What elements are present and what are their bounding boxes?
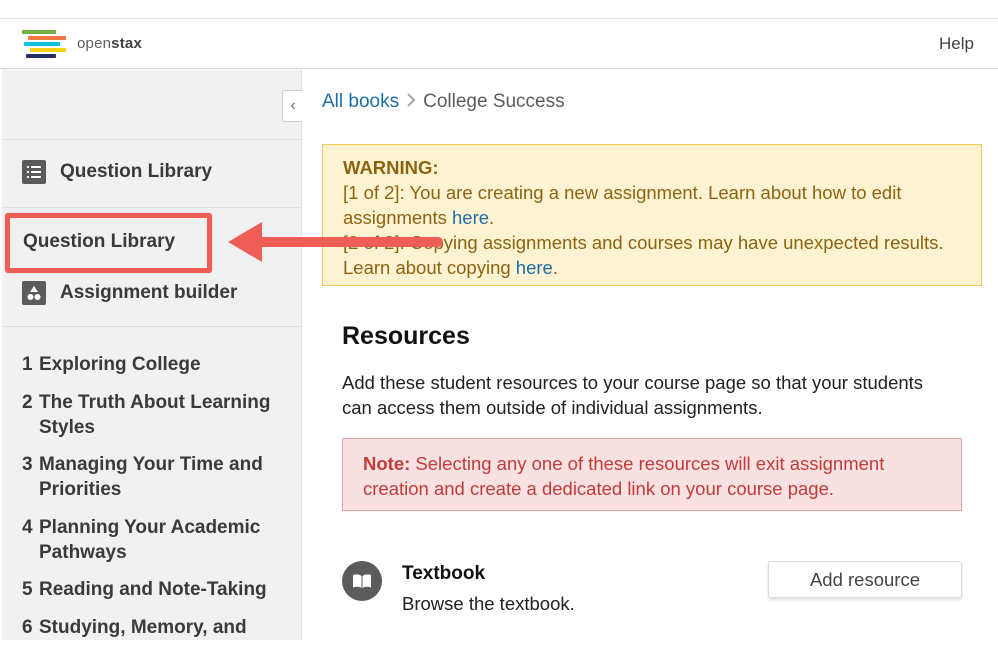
collapse-sidebar-button[interactable]: ‹ — [282, 90, 304, 122]
chapter-item[interactable]: 5 Reading and Note-Taking — [22, 577, 292, 602]
sidebar-divider — [2, 207, 302, 208]
resources-description: Add these student resources to your cour… — [342, 372, 924, 418]
sidebar-divider — [2, 139, 302, 140]
sidebar-item-label: Assignment builder — [60, 282, 238, 303]
top-gap — [0, 0, 998, 19]
chapter-number: 1 — [22, 354, 33, 375]
breadcrumb-all-books-link[interactable]: All books — [322, 91, 399, 113]
chapter-number: 2 — [22, 391, 33, 413]
chapter-title: The Truth About Learning Styles — [39, 391, 271, 438]
brand-name: openstax — [77, 35, 142, 52]
chapter-title: Reading and Note-Taking — [39, 579, 267, 600]
chapter-item[interactable]: 3 Managing Your Time and Priorities — [22, 452, 292, 502]
chapter-number: 6 — [22, 616, 33, 638]
chapter-item[interactable]: 6 Studying, Memory, and — [22, 615, 292, 640]
warning-line-1: [1 of 2]: You are creating a new assignm… — [343, 182, 902, 228]
chapter-item[interactable]: 1 Exploring College — [22, 352, 292, 377]
sidebar-item-assignment-builder[interactable]: Assignment builder — [22, 281, 237, 305]
edit-assignments-help-link[interactable]: here — [452, 207, 489, 228]
note-label: Note: — [363, 453, 411, 474]
highlight-callout-box: Question Library — [5, 213, 212, 273]
shapes-icon — [22, 281, 46, 305]
chapter-number: 3 — [22, 454, 33, 475]
resource-title: Textbook — [402, 563, 486, 584]
warning-title: WARNING: — [343, 157, 439, 178]
breadcrumb: All books College Success — [322, 91, 565, 113]
chapter-number: 4 — [22, 516, 33, 538]
chevron-left-icon: ‹ — [290, 97, 296, 114]
chapter-list: 1 Exploring College 2 The Truth About Le… — [22, 352, 292, 652]
warning-line-2: [2 of 2]: Copying assignments and course… — [343, 232, 944, 278]
openstax-logo[interactable]: openstax — [22, 28, 162, 60]
chapter-title: Managing Your Time and Priorities — [39, 454, 263, 500]
book-stack-logo-icon — [22, 30, 66, 58]
app-header: openstax Help — [0, 19, 998, 69]
chapter-title: Exploring College — [39, 354, 201, 375]
sidebar-item-label: Question Library — [60, 161, 213, 182]
copying-help-link[interactable]: here — [516, 257, 553, 278]
resources-note-alert: Note: Selecting any one of these resourc… — [342, 438, 962, 511]
warning-alert: WARNING: [1 of 2]: You are creating a ne… — [322, 144, 982, 286]
sidebar: ‹ Question Library Assignment builder 1 … — [2, 70, 304, 640]
book-icon — [342, 561, 382, 601]
breadcrumb-current: College Success — [423, 91, 565, 112]
add-resource-button[interactable]: Add resource — [768, 561, 962, 598]
chapter-title: Studying, Memory, and — [39, 616, 247, 638]
chapter-item[interactable]: 2 The Truth About Learning Styles — [22, 390, 292, 440]
sidebar-item-question-library[interactable]: Question Library — [22, 160, 212, 184]
chevron-right-icon — [406, 92, 416, 112]
chapter-title: Planning Your Academic Pathways — [39, 516, 261, 563]
help-link[interactable]: Help — [939, 34, 974, 54]
sidebar-divider — [2, 326, 302, 327]
main-content: All books College Success WARNING: [1 of… — [302, 70, 998, 640]
chapter-number: 5 — [22, 579, 33, 600]
chapter-item[interactable]: 4 Planning Your Academic Pathways — [22, 515, 292, 565]
list-icon — [22, 160, 46, 184]
callout-label: Question Library — [23, 231, 176, 252]
resource-description: Browse the textbook. — [402, 593, 575, 614]
resources-heading: Resources — [342, 322, 470, 350]
note-text: Selecting any one of these resources wil… — [363, 453, 885, 499]
